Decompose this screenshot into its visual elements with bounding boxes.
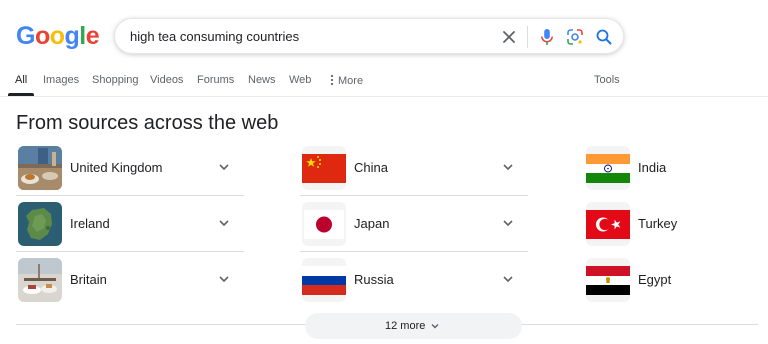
chevron-down-icon[interactable] — [216, 271, 232, 287]
lens-camera-icon[interactable] — [565, 27, 585, 47]
result-label: India — [638, 160, 667, 175]
ireland-map-photo — [18, 202, 62, 246]
result-label: China — [354, 160, 388, 175]
chevron-down-icon — [431, 324, 439, 329]
chevron-down-icon[interactable] — [500, 159, 516, 175]
result-item-china[interactable]: China — [300, 140, 528, 196]
chevron-down-icon[interactable] — [500, 271, 516, 287]
result-label: Ireland — [70, 216, 110, 231]
chevron-down-icon[interactable] — [216, 159, 232, 175]
google-logo[interactable]: Google — [16, 22, 100, 51]
section-title: From sources across the web — [16, 112, 279, 134]
russia-flag — [302, 258, 346, 302]
search-results-page: Google high tea consuming countries All … — [0, 0, 768, 344]
egypt-flag — [586, 258, 630, 302]
japan-flag — [302, 202, 346, 246]
result-label: Britain — [70, 272, 107, 287]
logo-letter: e — [85, 22, 100, 50]
logo-letter: g — [64, 22, 80, 50]
tab-forums[interactable]: Forums — [197, 74, 234, 86]
tabs-divider — [0, 96, 768, 97]
tools-button[interactable]: Tools — [594, 74, 620, 86]
search-icon[interactable] — [594, 27, 614, 47]
result-item-egypt[interactable]: Egypt — [584, 252, 760, 308]
tab-news[interactable]: News — [248, 74, 276, 86]
tab-web[interactable]: Web — [289, 74, 311, 86]
microphone-icon[interactable] — [537, 27, 557, 47]
chevron-down-icon[interactable] — [216, 215, 232, 231]
vertical-dots-icon — [330, 74, 334, 86]
result-label: Egypt — [638, 272, 672, 287]
result-label: United Kingdom — [70, 160, 163, 175]
result-item-japan[interactable]: Japan — [300, 196, 528, 252]
china-flag — [302, 146, 346, 190]
result-label: Russia — [354, 272, 394, 287]
show-more-button[interactable]: 12 more — [305, 313, 522, 339]
logo-letter: o — [49, 22, 65, 50]
result-item-britain[interactable]: Britain — [16, 252, 244, 308]
show-more-label: 12 more — [385, 320, 426, 332]
turkey-flag — [586, 202, 630, 246]
tab-more[interactable]: More — [329, 74, 363, 87]
result-item-turkey[interactable]: Turkey — [584, 196, 760, 252]
tab-images[interactable]: Images — [43, 74, 79, 86]
tab-more-label: More — [338, 75, 364, 87]
search-box[interactable]: high tea consuming countries — [114, 18, 624, 54]
chevron-down-icon[interactable] — [500, 215, 516, 231]
india-flag — [586, 146, 630, 190]
result-label: Japan — [354, 216, 390, 231]
result-item-india[interactable]: India — [584, 140, 760, 196]
result-item-ireland[interactable]: Ireland — [16, 196, 244, 252]
tab-videos[interactable]: Videos — [150, 74, 183, 86]
afternoon-tea-photo — [18, 258, 62, 302]
search-tabs: All Images Shopping Videos Forums News W… — [0, 66, 768, 98]
result-label: Turkey — [638, 216, 678, 231]
logo-letter: G — [16, 22, 35, 50]
logo-letter: o — [34, 22, 50, 50]
search-input[interactable]: high tea consuming countries — [130, 29, 299, 44]
tab-shopping[interactable]: Shopping — [92, 74, 139, 86]
search-divider — [527, 26, 528, 48]
result-item-russia[interactable]: Russia — [300, 252, 528, 308]
tab-all[interactable]: All — [15, 74, 27, 86]
clear-icon[interactable] — [499, 27, 519, 47]
result-item-united-kingdom[interactable]: United Kingdom — [16, 140, 244, 196]
tea-table-photo — [18, 146, 62, 190]
